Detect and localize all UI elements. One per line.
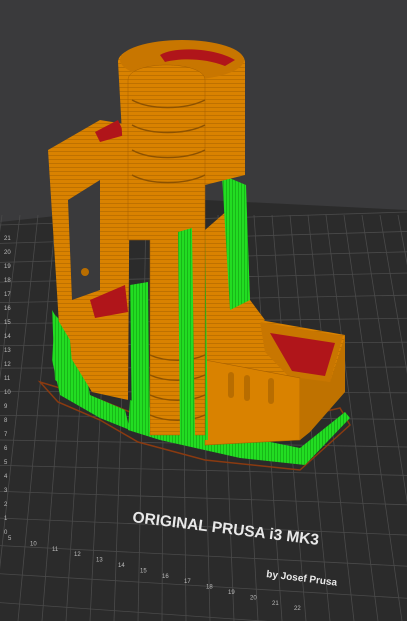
ruler-y-label: 17 bbox=[4, 292, 11, 298]
ruler-y-label: 15 bbox=[4, 320, 11, 326]
ruler-y-label: 18 bbox=[4, 278, 11, 284]
ruler-y-label: 12 bbox=[4, 362, 11, 368]
ruler-y-label: 19 bbox=[4, 264, 11, 270]
ruler-x-label: 14 bbox=[118, 563, 125, 569]
ruler-y-label: 20 bbox=[4, 250, 11, 256]
frame-hole bbox=[81, 268, 89, 276]
ruler-y-label: 21 bbox=[4, 236, 11, 242]
ruler-y-label: 16 bbox=[4, 306, 11, 312]
ruler-x-label: 12 bbox=[74, 552, 81, 558]
ruler-y-label: 14 bbox=[4, 334, 11, 340]
ruler-x-label: 17 bbox=[184, 579, 191, 585]
ruler-x-label: 22 bbox=[294, 606, 301, 612]
ruler-x-label: 16 bbox=[162, 574, 169, 580]
ruler-x-label: 15 bbox=[140, 568, 147, 574]
ruler-x-label: 11 bbox=[52, 547, 59, 553]
box-slot bbox=[268, 378, 274, 404]
ruler-x-label: 19 bbox=[228, 590, 235, 596]
ruler-y-label: 13 bbox=[4, 348, 11, 354]
support-column-front bbox=[130, 282, 150, 432]
support-column-mid bbox=[178, 228, 195, 440]
ruler-x-label: 20 bbox=[250, 595, 257, 601]
frame-window bbox=[68, 180, 100, 300]
ruler-x-label: 13 bbox=[96, 558, 103, 564]
ruler-x-label: 21 bbox=[272, 601, 279, 607]
box-slot bbox=[244, 375, 250, 401]
ruler-y-label: 10 bbox=[4, 390, 11, 396]
3d-print-preview-viewport[interactable]: 5101112131415161718192021222120191817161… bbox=[0, 0, 407, 621]
ruler-x-label: 10 bbox=[30, 541, 37, 547]
ruler-x-label: 18 bbox=[206, 585, 213, 591]
ruler-y-label: 11 bbox=[4, 376, 11, 382]
box-slot bbox=[228, 372, 234, 398]
